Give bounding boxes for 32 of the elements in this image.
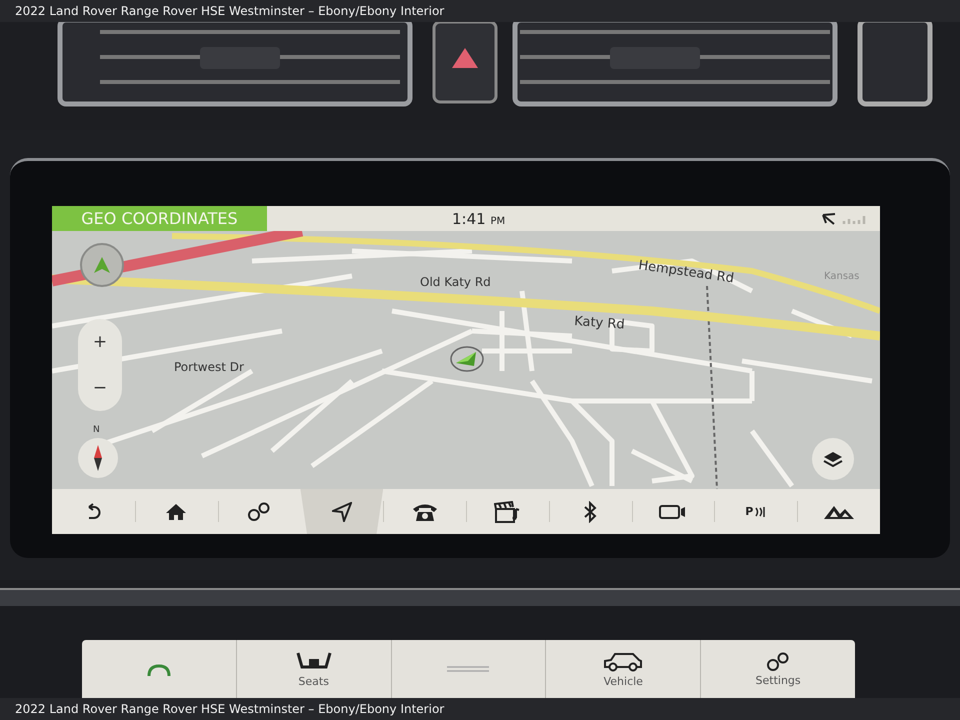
clapperboard-icon [494,500,520,522]
gears-icon [246,502,271,522]
north-label: N [93,425,100,435]
camera-icon [658,504,687,520]
road-label: Old Katy Rd [420,275,491,289]
parking-tab[interactable]: P [714,489,798,534]
road-label: Hempstead Rd [637,258,735,286]
triangle-icon [93,256,111,274]
road-label: Portwest Dr [174,360,244,374]
parking-sensor-icon [754,506,766,518]
photo-caption: 2022 Land Rover Range Rover HSE Westminster – Ebony/Ebony Interior [15,702,444,716]
road-label: Kansas [824,271,860,282]
mountains-icon [822,504,855,520]
hazard-button[interactable] [432,22,498,104]
compass-needle-icon [94,445,102,471]
divider-line-icon [446,665,490,673]
car-icon [603,650,644,672]
bluetooth-icon [583,500,598,522]
phone-icon [412,502,438,522]
road-label: Katy Rd [574,314,626,332]
layers-icon [823,451,843,467]
mode-label: GEO COORDINATES [52,206,267,231]
clock: 1:41 PM [452,210,506,228]
fan-icon [146,662,172,676]
zoom-in-button[interactable]: + [84,332,116,352]
zoom-out-button[interactable]: − [84,378,116,398]
arrow-icon [822,212,836,224]
photo-caption: 2022 Land Rover Range Rover HSE Westminster – Ebony/Ebony Interior [15,4,444,18]
navigation-tab[interactable] [300,489,384,534]
navigation-arrow-icon [332,502,352,522]
gears-icon [766,652,790,672]
home-icon [165,502,188,520]
